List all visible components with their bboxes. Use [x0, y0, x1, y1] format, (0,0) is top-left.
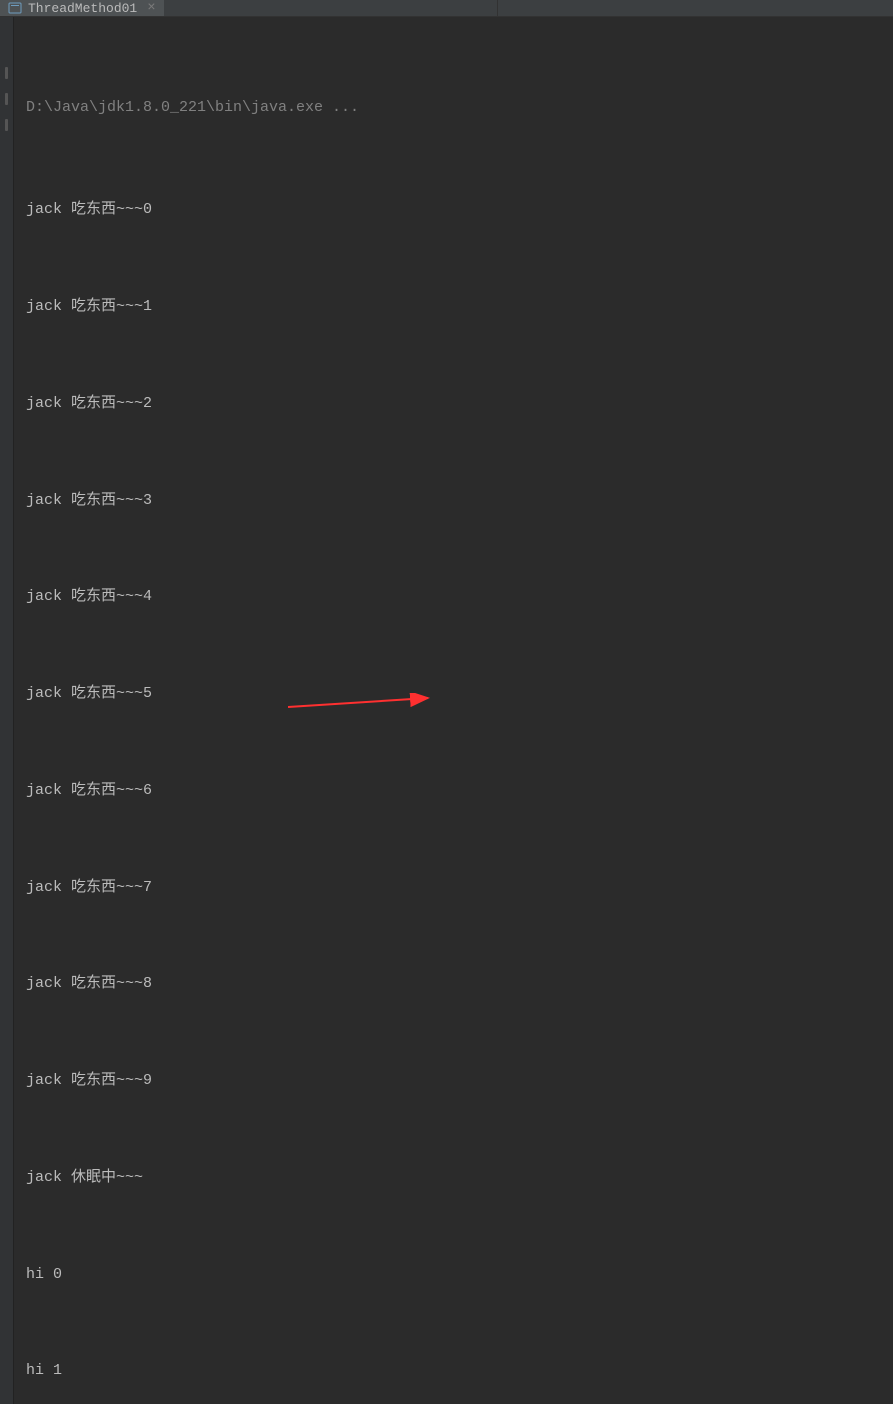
console-line: hi 1	[26, 1355, 881, 1387]
console-line: jack 吃东西~~~2	[26, 388, 881, 420]
console-gutter	[0, 17, 14, 1404]
gutter-marker	[5, 67, 8, 79]
console-line: jack 吃东西~~~0	[26, 194, 881, 226]
gutter-marker	[5, 119, 8, 131]
tab-bar: ThreadMethod01 ×	[0, 0, 893, 17]
console-line: hi 0	[26, 1259, 881, 1291]
run-config-icon	[8, 1, 22, 15]
console-header: D:\Java\jdk1.8.0_221\bin\java.exe ...	[26, 92, 881, 130]
console-line: jack 吃东西~~~3	[26, 485, 881, 517]
console-line: jack 吃东西~~~8	[26, 968, 881, 1000]
console-line: jack 吃东西~~~9	[26, 1065, 881, 1097]
console-line: jack 吃东西~~~6	[26, 775, 881, 807]
console-line: jack 吃东西~~~4	[26, 581, 881, 613]
console-output[interactable]: D:\Java\jdk1.8.0_221\bin\java.exe ... ja…	[14, 17, 893, 1404]
console-line: jack 休眠中~~~	[26, 1162, 881, 1194]
content-area: D:\Java\jdk1.8.0_221\bin\java.exe ... ja…	[0, 17, 893, 1404]
console-line: jack 吃东西~~~5	[26, 678, 881, 710]
close-icon[interactable]: ×	[147, 0, 155, 16]
gutter-marker	[5, 93, 8, 105]
console-line: jack 吃东西~~~7	[26, 872, 881, 904]
tab-label: ThreadMethod01	[28, 1, 137, 16]
console-line: jack 吃东西~~~1	[26, 291, 881, 323]
tab-threadmethod01[interactable]: ThreadMethod01 ×	[0, 0, 164, 16]
